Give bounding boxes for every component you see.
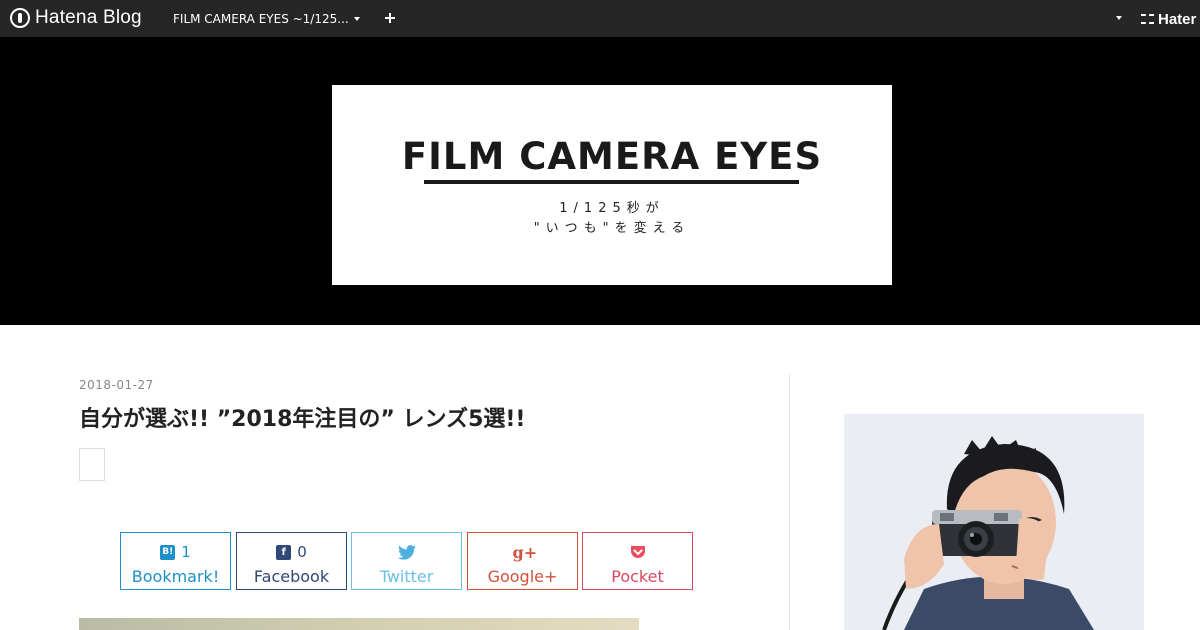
logo-text: Hatena Blog	[35, 7, 142, 28]
hatena-link-label: Hater	[1158, 10, 1197, 28]
chevron-down-icon[interactable]	[1116, 16, 1122, 20]
twitter-icon	[397, 544, 416, 560]
hatena-blog-logo[interactable]: Hatena Blog	[10, 7, 142, 29]
profile-photo[interactable]	[844, 414, 1144, 630]
blog-title-banner[interactable]: FILM CAMERA EYES 1/125秒が "いつも"を変える	[332, 85, 892, 285]
twitter-share-button[interactable]: Twitter	[351, 532, 462, 590]
plus-icon[interactable]	[381, 9, 399, 27]
hatena-bookmark-icon: B!	[160, 544, 176, 560]
twitter-label: Twitter	[379, 567, 434, 586]
pocket-icon	[630, 545, 645, 558]
banner-subtitle-line2: "いつも"を変える	[533, 221, 691, 236]
hatena-menu-link[interactable]: Hater	[1141, 10, 1196, 28]
facebook-label: Facebook	[253, 567, 330, 586]
facebook-icon: f	[276, 544, 292, 560]
column-divider	[789, 374, 790, 630]
google-plus-icon: g+	[512, 542, 538, 562]
bookmark-count: 1	[181, 543, 191, 561]
blog-header: FILM CAMERA EYES 1/125秒が "いつも"を変える	[0, 37, 1200, 325]
entry-date[interactable]: 2018-01-27	[79, 378, 154, 392]
google-plus-share-button[interactable]: g+ Google+	[467, 532, 578, 590]
category-badge	[79, 448, 105, 481]
facebook-count: 0	[297, 543, 307, 561]
banner-underline	[424, 180, 799, 184]
entry-title[interactable]: 自分が選ぶ!! ”2018年注目の” レンズ5選!!	[79, 405, 759, 435]
hatena-blog-logo-icon	[10, 8, 30, 28]
profile-photo-illustration	[844, 414, 1144, 630]
hatena-icon	[1141, 14, 1154, 24]
bookmark-label: Bookmark!	[131, 567, 220, 586]
banner-title: FILM CAMERA EYES	[401, 135, 823, 178]
chevron-down-icon	[353, 17, 360, 21]
facebook-share-button[interactable]: f 0 Facebook	[236, 532, 347, 590]
pocket-share-button[interactable]: Pocket	[582, 532, 693, 590]
hatena-navbar: Hatena Blog FILM CAMERA EYES ~1/125... H…	[0, 0, 1200, 37]
blog-switcher-dropdown[interactable]: FILM CAMERA EYES ~1/125...	[173, 11, 360, 27]
hatena-bookmark-button[interactable]: B! 1 Bookmark!	[120, 532, 231, 590]
banner-subtitle-line1: 1/125秒が	[559, 201, 665, 216]
entry-hero-image[interactable]	[79, 618, 639, 630]
pocket-label: Pocket	[611, 567, 664, 586]
blog-switcher-label: FILM CAMERA EYES ~1/125...	[173, 12, 349, 26]
google-plus-label: Google+	[487, 567, 558, 586]
share-buttons: B! 1 Bookmark! f 0 Facebook Twitter g+ G…	[120, 532, 695, 590]
